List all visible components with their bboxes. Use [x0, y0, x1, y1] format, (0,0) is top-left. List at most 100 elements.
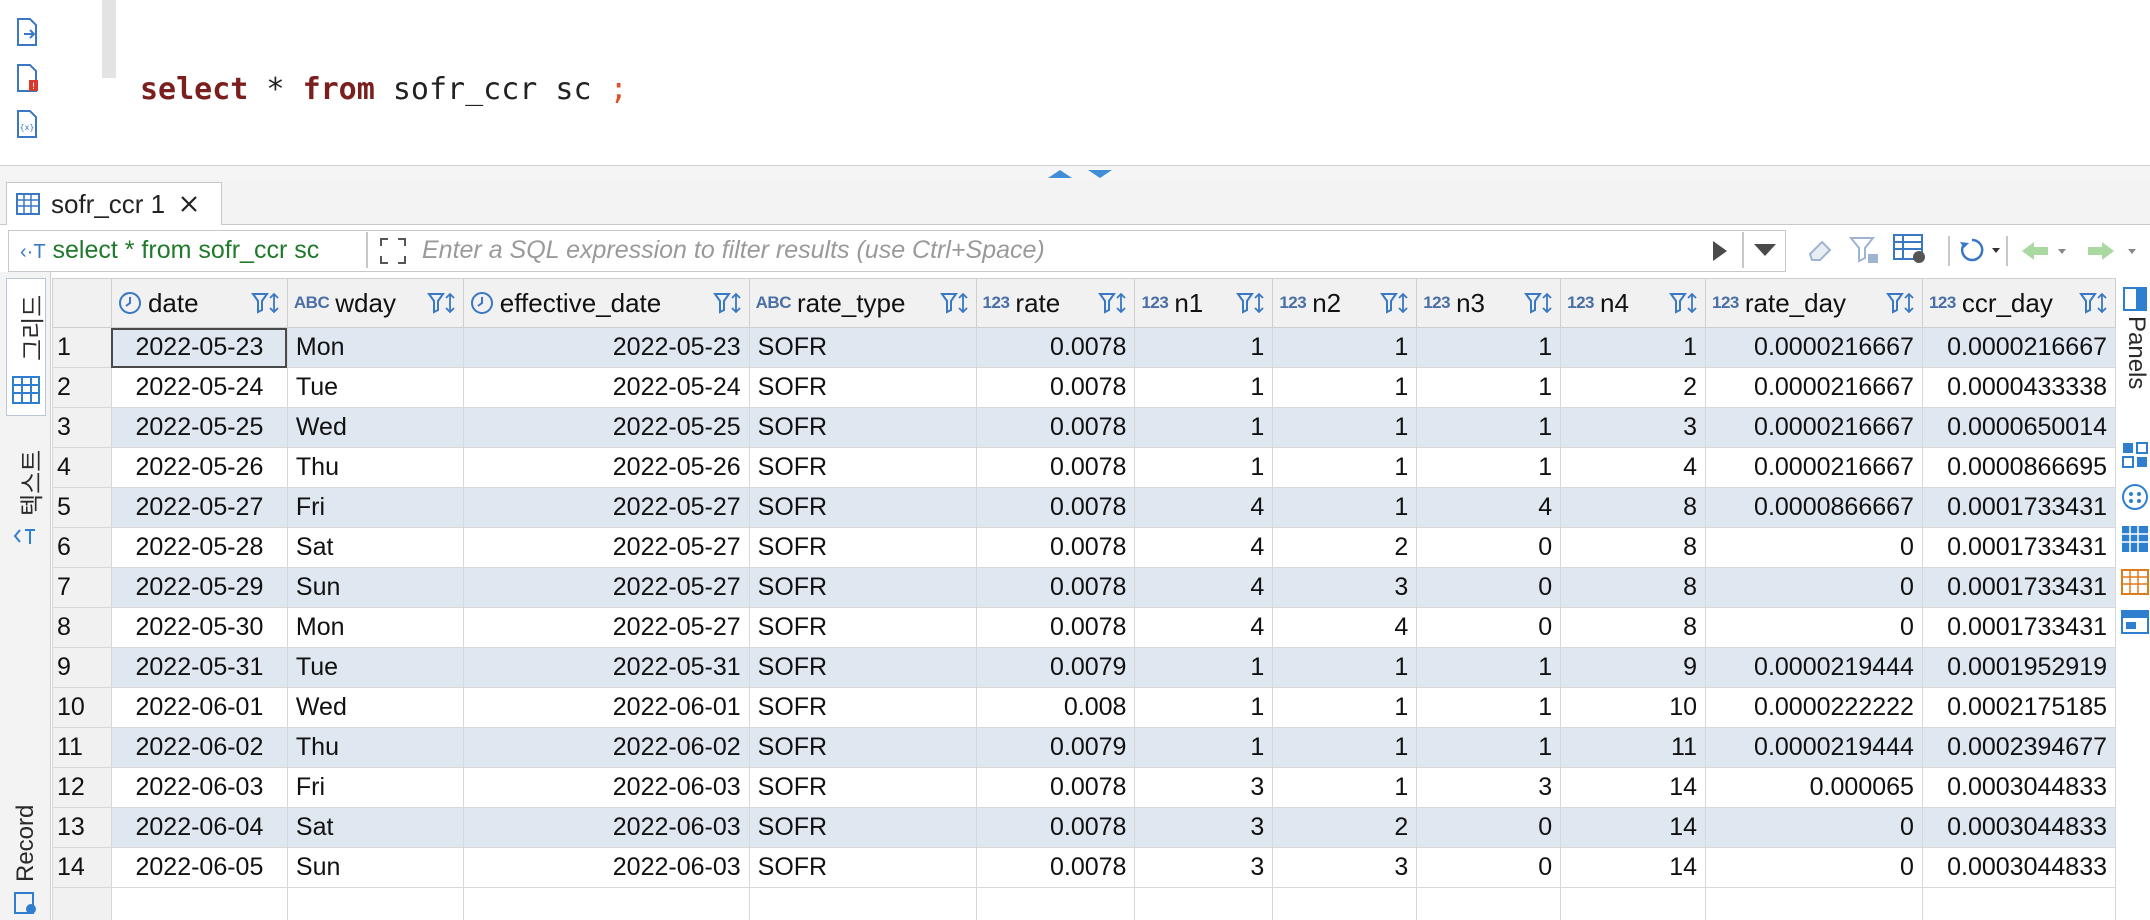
grid-panel-settings-icon[interactable]: [1892, 232, 1928, 266]
cell-rate-day[interactable]: 0.000065: [1705, 767, 1923, 808]
cell-n3[interactable]: 0: [1416, 567, 1562, 608]
cell-n2[interactable]: 3: [1272, 567, 1418, 608]
table-row[interactable]: 1 2022-05-23 Mon 2022-05-23 SOFR 0.0078 1 1 1 1 0.…: [52, 327, 2116, 368]
explain-plan-icon[interactable]: !: [12, 62, 42, 94]
filter-settings-icon[interactable]: [1848, 234, 1880, 266]
cell-n1[interactable]: 1: [1134, 367, 1274, 408]
cell-n1[interactable]: 1: [1134, 647, 1274, 688]
filter-sort-icon[interactable]: [1524, 291, 1554, 315]
cell-wday[interactable]: Sat: [286, 527, 464, 568]
cell-effective-date[interactable]: 2022-06-03: [462, 807, 750, 848]
cell-rate[interactable]: 0.0078: [975, 447, 1136, 488]
cell-rate-day[interactable]: 0.0000222222: [1705, 687, 1923, 728]
cell-effective-date[interactable]: 2022-05-25: [462, 407, 750, 448]
cell-n4[interactable]: 8: [1560, 527, 1706, 568]
cell-rate-type[interactable]: SOFR: [748, 407, 977, 448]
cell-n4[interactable]: 8: [1560, 607, 1706, 648]
cell-rate[interactable]: 0.0078: [975, 487, 1136, 528]
filter-sort-icon[interactable]: [1380, 291, 1410, 315]
cell-rate-day[interactable]: 0: [1705, 567, 1923, 608]
cell-rate-day[interactable]: 0.0000216667: [1705, 327, 1923, 368]
cell-ccr-day[interactable]: 0.0003044833: [1921, 807, 2116, 848]
cell-n2[interactable]: 1: [1272, 487, 1418, 528]
cell-n3[interactable]: 1: [1416, 327, 1562, 368]
cell-n4[interactable]: 14: [1560, 847, 1706, 888]
cell-wday[interactable]: Fri: [286, 767, 464, 808]
filter-sort-icon[interactable]: [1236, 291, 1266, 315]
cell-rate-type[interactable]: SOFR: [748, 527, 977, 568]
cell-n2[interactable]: 1: [1272, 407, 1418, 448]
cell-wday[interactable]: Fri: [286, 487, 464, 528]
cell-effective-date[interactable]: 2022-05-27: [462, 527, 750, 568]
table-row[interactable]: 13 2022-06-04 Sat 2022-06-03 SOFR 0.0078 3 2 0 14…: [52, 807, 2116, 848]
collapse-arrows-icon[interactable]: [1044, 166, 1122, 180]
apply-filter-icon[interactable]: [1708, 238, 1730, 264]
cell-date[interactable]: 2022-05-25: [110, 407, 288, 448]
cell-ccr-day[interactable]: 0.0000216667: [1921, 327, 2116, 368]
cell-n3[interactable]: 1: [1416, 727, 1562, 768]
cell-rate-type[interactable]: SOFR: [748, 327, 977, 368]
cell-ccr-day[interactable]: 0.0001733431: [1921, 607, 2116, 648]
table-row[interactable]: 2 2022-05-24 Tue 2022-05-24 SOFR 0.0078 1 1 1 2 0.…: [52, 367, 2116, 408]
cell-wday[interactable]: Mon: [286, 607, 464, 648]
cell-n2[interactable]: 1: [1272, 447, 1418, 488]
cell-n4[interactable]: 10: [1560, 687, 1706, 728]
cell-n2[interactable]: 1: [1272, 327, 1418, 368]
cell-date[interactable]: 2022-05-31: [110, 647, 288, 688]
cell-rate-type[interactable]: SOFR: [748, 687, 977, 728]
cell-n3[interactable]: 3: [1416, 767, 1562, 808]
cell-rate-day[interactable]: 0.0000216667: [1705, 447, 1923, 488]
cell-rate-type[interactable]: SOFR: [748, 367, 977, 408]
cell-n2[interactable]: 2: [1272, 527, 1418, 568]
filter-query-label[interactable]: ‹·T select * from sofr_ccr sc: [20, 236, 319, 265]
cell-n2[interactable]: 1: [1272, 767, 1418, 808]
cell-n4[interactable]: 4: [1560, 447, 1706, 488]
column-header-date[interactable]: date: [110, 278, 288, 328]
column-header-n3[interactable]: 123 n3: [1416, 278, 1562, 328]
row-number[interactable]: 2: [52, 367, 112, 408]
cell-effective-date[interactable]: 2022-05-27: [462, 487, 750, 528]
cell-ccr-day[interactable]: 0.0000650014: [1921, 407, 2116, 448]
calculator-icon[interactable]: [2120, 440, 2150, 470]
cell-date[interactable]: 2022-05-26: [110, 447, 288, 488]
results-grid[interactable]: date ABC wday effective_date ABC rate_type 123…: [52, 278, 2116, 920]
cell-n1[interactable]: 1: [1134, 727, 1274, 768]
table-row[interactable]: 3 2022-05-25 Wed 2022-05-25 SOFR 0.0078 1 1 1 3 0.…: [52, 407, 2116, 448]
filter-sort-icon[interactable]: [1669, 291, 1699, 315]
cell-rate[interactable]: 0.0079: [975, 647, 1136, 688]
cell-n3[interactable]: 0: [1416, 807, 1562, 848]
filter-sort-icon[interactable]: [426, 291, 457, 315]
cell-ccr-day[interactable]: 0.0000433338: [1921, 367, 2116, 408]
text-view-toggle[interactable]: 텍스트: [6, 432, 46, 552]
cell-wday[interactable]: Mon: [286, 327, 464, 368]
expand-editor-icon[interactable]: [378, 236, 408, 266]
column-header-n4[interactable]: 123 n4: [1560, 278, 1706, 328]
cell-effective-date[interactable]: 2022-05-27: [462, 567, 750, 608]
cell-effective-date[interactable]: 2022-05-23: [462, 327, 750, 368]
column-header-rate[interactable]: 123 rate: [975, 278, 1136, 328]
cell-n2[interactable]: 1: [1272, 647, 1418, 688]
calendar-grid-icon[interactable]: [2120, 566, 2150, 596]
cell-rate-day[interactable]: 0.0000216667: [1705, 407, 1923, 448]
table-row[interactable]: 14 2022-06-05 Sun 2022-06-03 SOFR 0.0078 3 3 0 14…: [52, 847, 2116, 888]
cell-effective-date[interactable]: 2022-05-27: [462, 607, 750, 648]
cell-rate[interactable]: 0.0078: [975, 567, 1136, 608]
cell-effective-date[interactable]: 2022-06-03: [462, 767, 750, 808]
cell-n2[interactable]: 1: [1272, 687, 1418, 728]
cell-date[interactable]: 2022-05-27: [110, 487, 288, 528]
cell-n4[interactable]: 3: [1560, 407, 1706, 448]
cell-n1[interactable]: 4: [1134, 527, 1274, 568]
cell-wday[interactable]: Wed: [286, 687, 464, 728]
cell-effective-date[interactable]: 2022-05-26: [462, 447, 750, 488]
row-number[interactable]: 4: [52, 447, 112, 488]
filter-sort-icon[interactable]: [2079, 291, 2109, 315]
panel-splitter[interactable]: [0, 166, 2150, 180]
cell-n1[interactable]: 4: [1134, 487, 1274, 528]
record-view-toggle[interactable]: Record: [6, 782, 44, 918]
cell-ccr-day[interactable]: 0.0001733431: [1921, 487, 2116, 528]
row-number[interactable]: 10: [52, 687, 112, 728]
cell-rate-day[interactable]: 0.0000219444: [1705, 727, 1923, 768]
cell-rate[interactable]: 0.0078: [975, 367, 1136, 408]
cell-n2[interactable]: 1: [1272, 367, 1418, 408]
row-number[interactable]: 3: [52, 407, 112, 448]
